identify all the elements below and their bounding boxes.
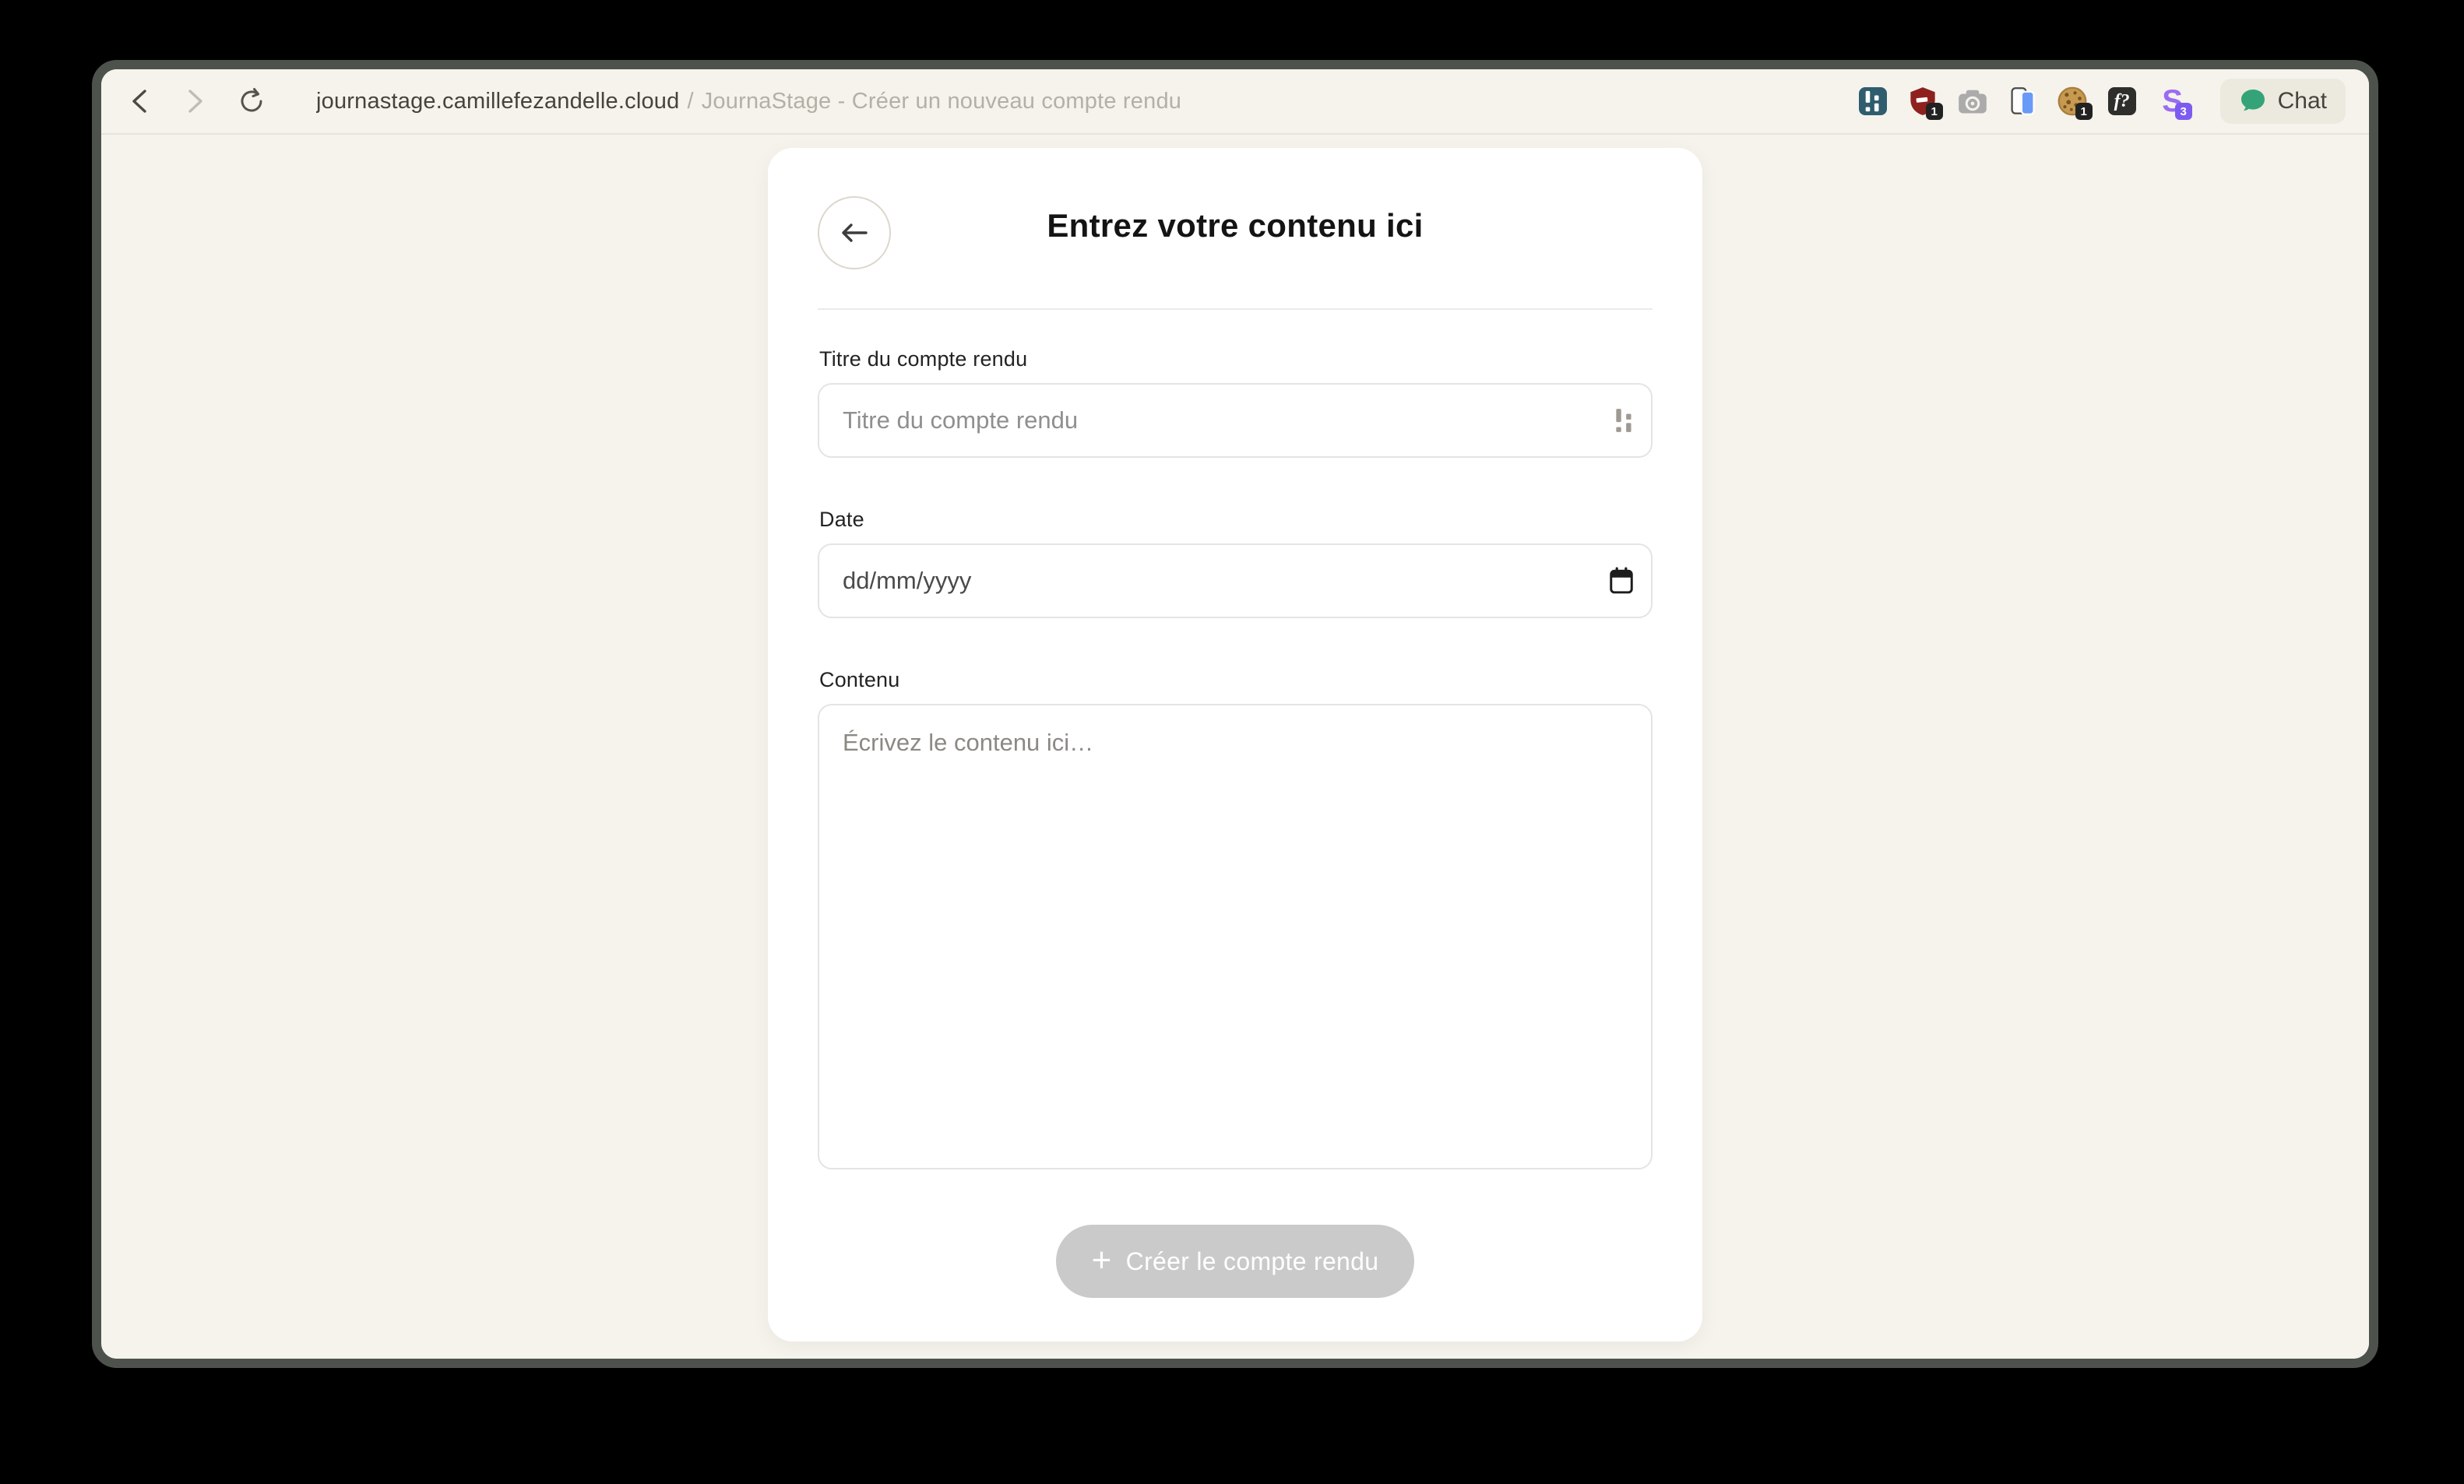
bars-logo-icon xyxy=(1859,87,1887,115)
password-manager-inline-icon[interactable] xyxy=(1615,408,1634,433)
url-domain: journastage.camillefezandelle.cloud xyxy=(316,89,679,114)
form-card: Entrez votre contenu ici Titre du compte… xyxy=(768,148,1702,1342)
stylus-extension-button[interactable]: S 3 xyxy=(2156,86,2188,117)
browser-forward-button[interactable] xyxy=(178,83,213,119)
shield-badge: 1 xyxy=(1926,103,1943,120)
address-bar[interactable]: journastage.camillefezandelle.cloud / Jour… xyxy=(316,89,1857,114)
whatfont-icon: f? xyxy=(2108,87,2136,115)
password-manager-extension-button[interactable] xyxy=(1857,86,1888,117)
chat-button[interactable]: Chat xyxy=(2220,79,2346,124)
adblock-shield-extension-button[interactable]: 1 xyxy=(1907,86,1938,117)
chat-bubble-icon xyxy=(2239,88,2267,114)
chevron-left-icon xyxy=(129,88,150,114)
devices-icon xyxy=(2008,86,2036,116)
create-report-button-label: Créer le compte rendu xyxy=(1126,1247,1379,1276)
date-field-group: Date xyxy=(818,508,1653,618)
url-page-title: JournaStage - Créer un nouveau compte re… xyxy=(702,89,1181,114)
browser-window: journastage.camillefezandelle.cloud / Jour… xyxy=(92,60,2378,1368)
title-input[interactable] xyxy=(818,383,1653,458)
page-title: Entrez votre contenu ici xyxy=(818,207,1653,244)
screenshot-camera-extension-button[interactable] xyxy=(1957,86,1988,117)
date-field-label: Date xyxy=(819,508,1653,532)
cookie-manager-extension-button[interactable]: 1 xyxy=(2057,86,2088,117)
device-preview-extension-button[interactable] xyxy=(2007,86,2038,117)
page-background: Entrez votre contenu ici Titre du compte… xyxy=(101,135,2369,1359)
title-field-label: Titre du compte rendu xyxy=(819,347,1653,371)
cookie-badge: 1 xyxy=(2075,103,2093,120)
content-field-label: Contenu xyxy=(819,668,1653,692)
create-report-button[interactable]: + Créer le compte rendu xyxy=(1056,1225,1415,1298)
report-form: Titre du compte rendu xyxy=(818,310,1653,1298)
date-input[interactable] xyxy=(818,543,1653,618)
title-field-group: Titre du compte rendu xyxy=(818,347,1653,458)
content-textarea[interactable] xyxy=(818,704,1653,1169)
whatfont-extension-button[interactable]: f? xyxy=(2107,86,2138,117)
browser-toolbar: journastage.camillefezandelle.cloud / Jour… xyxy=(101,69,2369,135)
camera-icon xyxy=(1958,88,1987,114)
date-picker-calendar-icon[interactable] xyxy=(1609,567,1634,595)
card-header: Entrez votre contenu ici xyxy=(818,148,1653,310)
chevron-right-icon xyxy=(185,88,206,114)
url-separator: / xyxy=(687,89,693,114)
stylus-badge: 3 xyxy=(2175,103,2192,120)
content-field-group: Contenu xyxy=(818,668,1653,1173)
desktop-background: { "browser": { "url": { "domain": "journ… xyxy=(0,0,2464,1484)
reload-icon xyxy=(237,86,266,116)
browser-reload-button[interactable] xyxy=(234,83,269,119)
browser-back-button[interactable] xyxy=(121,83,157,119)
chat-button-label: Chat xyxy=(2278,88,2327,114)
submit-row: + Créer le compte rendu xyxy=(818,1225,1653,1298)
extensions-area: 1 xyxy=(1857,79,2346,124)
